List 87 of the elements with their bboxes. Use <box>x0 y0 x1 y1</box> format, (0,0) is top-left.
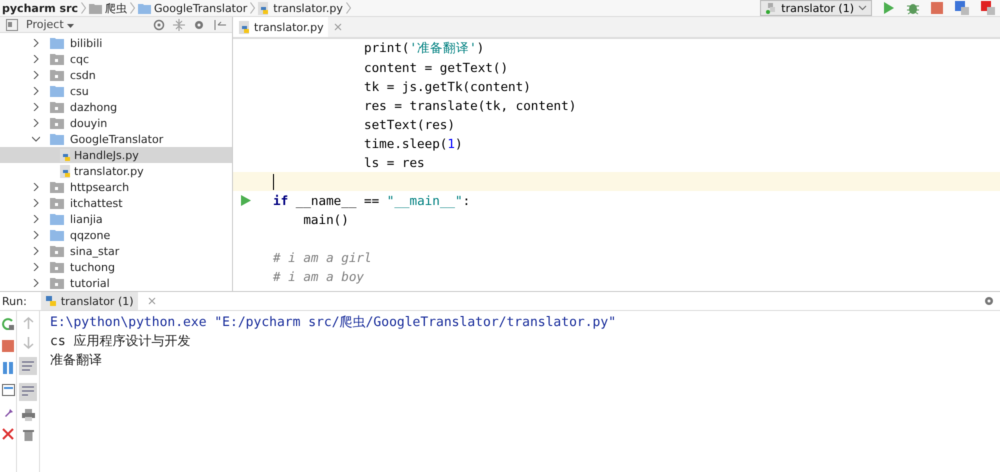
code-line: # i am a girl <box>273 250 372 265</box>
console-line: E:\python\python.exe "E:/pycharm src/爬虫/GoogleTranslator/translator.py" <box>50 314 616 332</box>
close-icon[interactable] <box>334 23 342 31</box>
scroll-to-end-icon[interactable] <box>19 383 37 401</box>
collapse-icon[interactable] <box>173 18 185 30</box>
hide-icon[interactable] <box>214 18 226 30</box>
breadcrumb-item[interactable]: GoogleTranslator <box>154 2 248 14</box>
folder-icon <box>50 262 64 272</box>
tree-item[interactable]: tutorial <box>70 276 110 290</box>
close-icon[interactable] <box>148 297 156 305</box>
code-line: tk = js.getTk(content) <box>362 79 531 94</box>
run-configuration-dropdown[interactable]: translator (1) <box>760 0 872 16</box>
breadcrumb-item[interactable]: 爬虫 <box>105 0 128 16</box>
folder-icon <box>50 118 64 128</box>
folder-icon <box>50 278 64 288</box>
translate-icon[interactable] <box>980 0 996 16</box>
folder-icon <box>50 86 64 96</box>
tree-item[interactable]: dazhong <box>70 100 118 114</box>
breadcrumb-item[interactable]: translator.py <box>273 2 343 14</box>
caret-icon <box>67 24 74 28</box>
tree-item[interactable]: csdn <box>70 68 96 82</box>
code-line: ls = res <box>362 155 425 170</box>
stop-icon[interactable] <box>930 1 944 15</box>
tree-item[interactable]: GoogleTranslator <box>70 132 164 146</box>
caret-icon <box>858 5 867 11</box>
tree-item[interactable]: httpsearch <box>70 180 130 194</box>
folder-icon <box>50 102 64 112</box>
editor-tab[interactable]: translator.py <box>233 17 328 37</box>
run-tab[interactable]: translator (1) <box>40 292 138 310</box>
code-line: content = getText() <box>362 60 508 75</box>
settings-icon[interactable] <box>193 18 206 30</box>
code-line: main() <box>302 212 349 227</box>
code-line: time.sleep(1) <box>362 136 463 151</box>
project-icon <box>6 18 18 30</box>
python-file-icon <box>60 164 72 178</box>
tree-item[interactable]: translator.py <box>74 164 144 178</box>
python-icon <box>765 2 778 14</box>
layout-icon[interactable] <box>2 384 14 396</box>
tree-item[interactable]: tuchong <box>70 260 115 274</box>
debug-icon[interactable] <box>906 1 920 15</box>
translate-icon[interactable] <box>954 0 970 16</box>
tree-item[interactable]: bilibili <box>70 36 102 50</box>
tree-item[interactable]: csu <box>70 84 89 98</box>
locate-icon[interactable] <box>153 18 165 30</box>
run-label: Run: <box>2 294 27 308</box>
text-cursor <box>273 174 274 190</box>
folder-icon <box>50 230 64 240</box>
tree-item[interactable]: cqc <box>70 52 90 66</box>
python-file-icon <box>239 20 251 34</box>
folder-icon <box>50 134 64 144</box>
chevron-right-icon <box>346 2 351 14</box>
folder-icon <box>50 38 64 48</box>
rerun-icon[interactable] <box>2 317 14 330</box>
tree-item[interactable]: douyin <box>70 116 108 130</box>
folder-icon <box>138 2 152 14</box>
python-icon <box>44 295 57 307</box>
run-icon[interactable] <box>882 1 896 15</box>
tree-item[interactable]: lianjia <box>70 212 103 226</box>
tree-item[interactable]: sina_star <box>70 244 120 258</box>
pause-icon[interactable] <box>2 362 14 374</box>
close-icon[interactable] <box>2 428 14 440</box>
folder-icon <box>50 246 64 256</box>
print-icon[interactable] <box>22 409 34 421</box>
folder-icon <box>50 54 64 64</box>
folder-icon <box>50 214 64 224</box>
folder-icon <box>50 70 64 80</box>
folder-icon <box>50 182 64 192</box>
tree-item[interactable]: itchattest <box>70 196 123 210</box>
code-line: # i am a boy <box>273 269 364 284</box>
chevron-right-icon <box>81 2 86 14</box>
code-line: if __name__ == "__main__": <box>273 193 470 208</box>
breadcrumb-item[interactable]: pycharm src <box>2 2 78 14</box>
run-icon[interactable] <box>241 195 251 206</box>
chevron-right-icon <box>130 2 136 14</box>
code-line: setText(res) <box>362 117 455 132</box>
trash-icon[interactable] <box>22 429 34 441</box>
code-line: res = translate(tk, content) <box>362 98 576 113</box>
project-view-dropdown[interactable]: Project <box>26 18 74 31</box>
settings-icon[interactable] <box>983 295 996 307</box>
folder-icon <box>50 198 64 208</box>
console-line: cs 应用程序设计与开发 <box>50 333 192 351</box>
code-line: print('准备翻译') <box>362 40 484 57</box>
tree-item[interactable]: qqzone <box>70 228 110 242</box>
chevron-right-icon <box>250 2 256 14</box>
console-line: 准备翻译 <box>50 352 103 370</box>
soft-wrap-icon[interactable] <box>19 357 37 375</box>
folder-icon <box>89 2 102 14</box>
